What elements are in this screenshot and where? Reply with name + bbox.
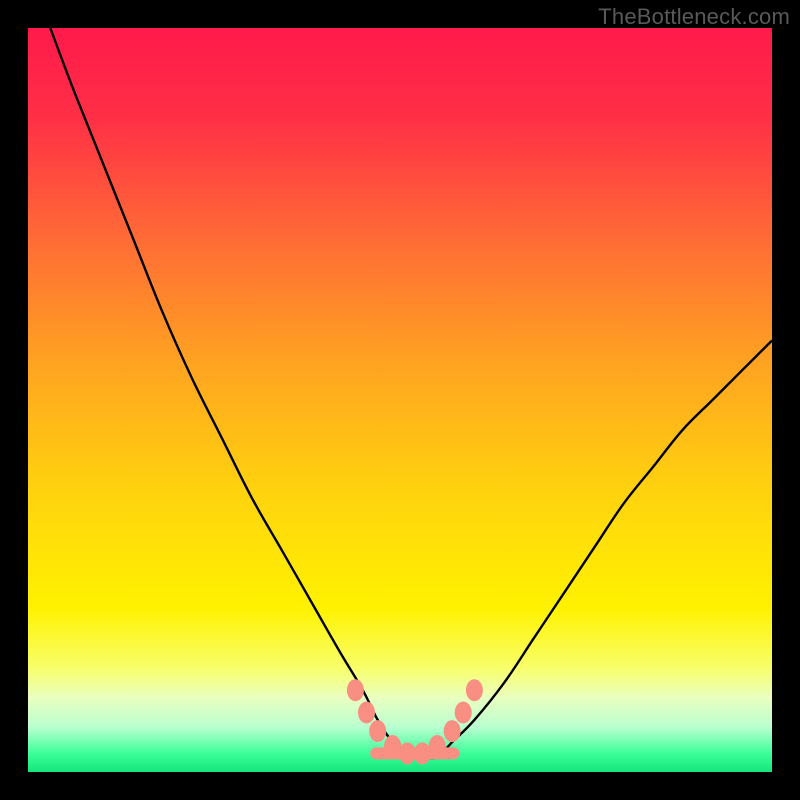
trough-marker — [429, 735, 446, 757]
bottleneck-curve — [50, 28, 772, 758]
trough-marker — [358, 702, 375, 724]
watermark-text: TheBottleneck.com — [598, 4, 790, 30]
trough-markers — [347, 679, 483, 764]
trough-marker — [466, 679, 483, 701]
trough-marker — [369, 720, 386, 742]
trough-marker — [384, 735, 401, 757]
chart-frame: TheBottleneck.com — [0, 0, 800, 800]
trough-marker — [347, 679, 364, 701]
curve-layer — [28, 28, 772, 772]
trough-marker — [414, 742, 431, 764]
trough-marker — [444, 720, 461, 742]
plot-area — [28, 28, 772, 772]
trough-marker — [455, 702, 472, 724]
trough-marker — [399, 742, 416, 764]
